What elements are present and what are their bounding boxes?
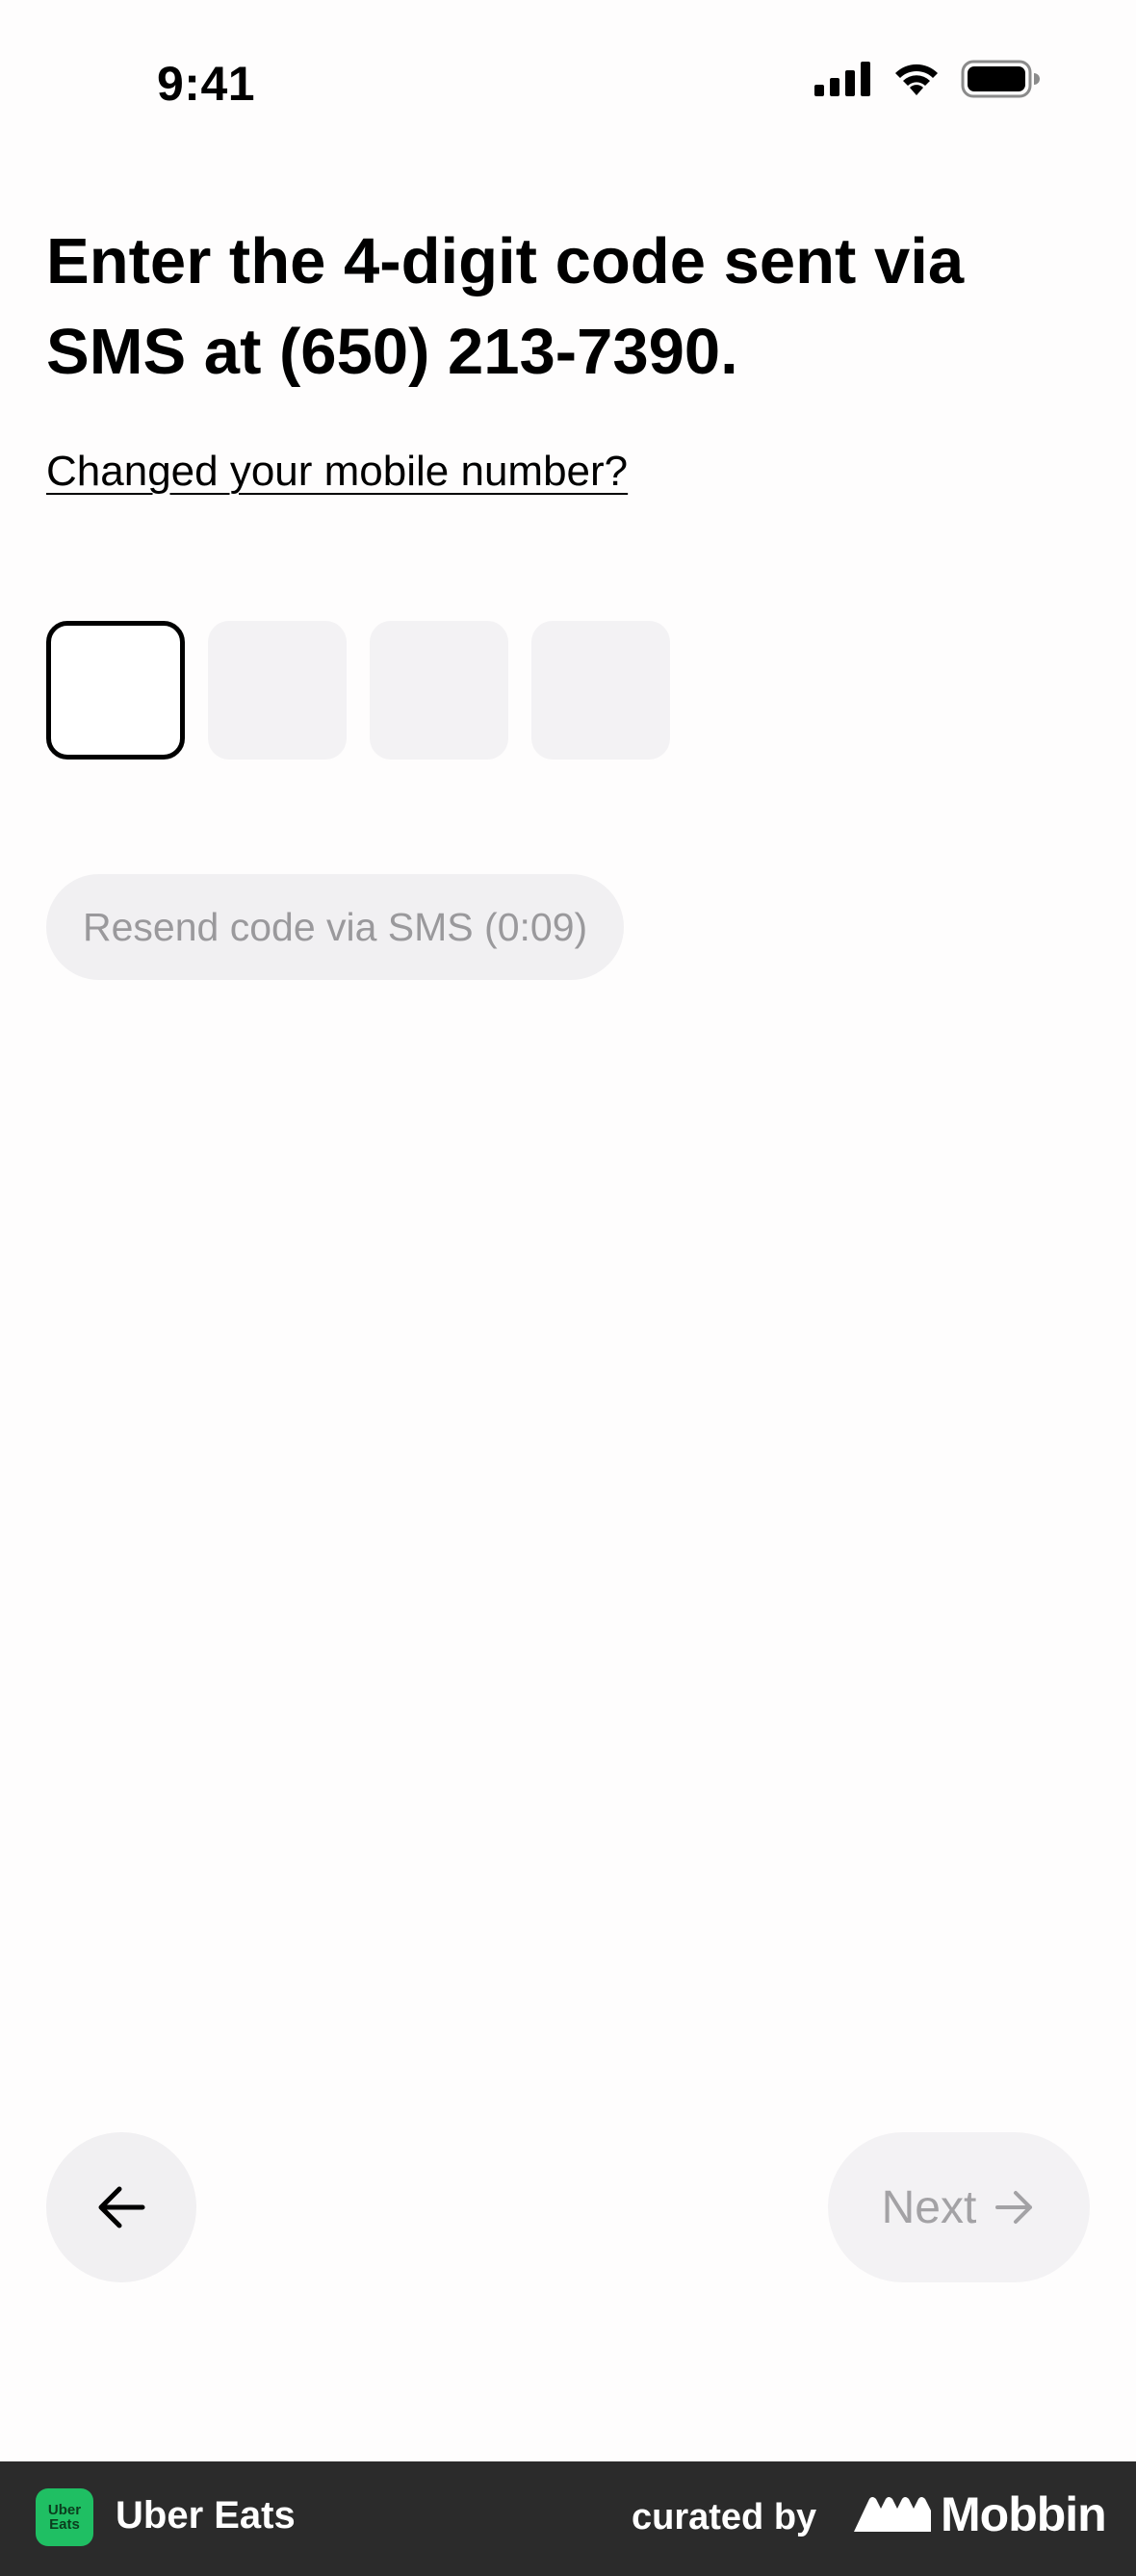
code-digit-2-input[interactable]: [208, 621, 347, 760]
uber-eats-logo: Uber Eats: [36, 2488, 93, 2546]
code-digit-4-input[interactable]: [531, 621, 670, 760]
logo-text-line1: Uber: [47, 2502, 82, 2518]
arrow-left-icon: [98, 2186, 145, 2228]
next-button[interactable]: Next: [828, 2132, 1090, 2282]
code-digit-3-input[interactable]: [370, 621, 508, 760]
cellular-signal-icon: [814, 62, 870, 96]
battery-icon: [961, 60, 1040, 98]
code-input-group: [46, 621, 670, 760]
back-button[interactable]: [46, 2132, 196, 2282]
resend-code-button[interactable]: Resend code via SMS (0:09): [46, 874, 625, 980]
status-time: 9:41: [157, 57, 256, 111]
wifi-icon: [895, 64, 938, 95]
mobbin-logo-icon: [854, 2497, 931, 2532]
mobbin-brand: Mobbin: [852, 2486, 1107, 2542]
logo-text-line2: Eats: [49, 2516, 80, 2533]
verification-screen: 9:41 Enter the 4-digit code sent via SMS…: [0, 0, 1136, 2461]
code-digit-1-input[interactable]: [46, 621, 185, 760]
curated-by-label: curated by: [632, 2497, 817, 2537]
mobbin-wordmark: Mobbin: [941, 2487, 1107, 2541]
footer-bar: Uber Eats Uber Eats curated by Mobbin: [0, 2461, 1136, 2576]
change-mobile-number-link[interactable]: Changed your mobile number?: [46, 448, 628, 496]
arrow-right-icon: [995, 2191, 1033, 2224]
page-title: Enter the 4-digit code sent via SMS at (…: [46, 225, 965, 388]
resend-code-label: Resend code via SMS (0:09): [83, 904, 588, 949]
next-button-label: Next: [881, 2181, 977, 2233]
app-name: Uber Eats: [116, 2494, 296, 2537]
status-icons: [814, 60, 1040, 98]
